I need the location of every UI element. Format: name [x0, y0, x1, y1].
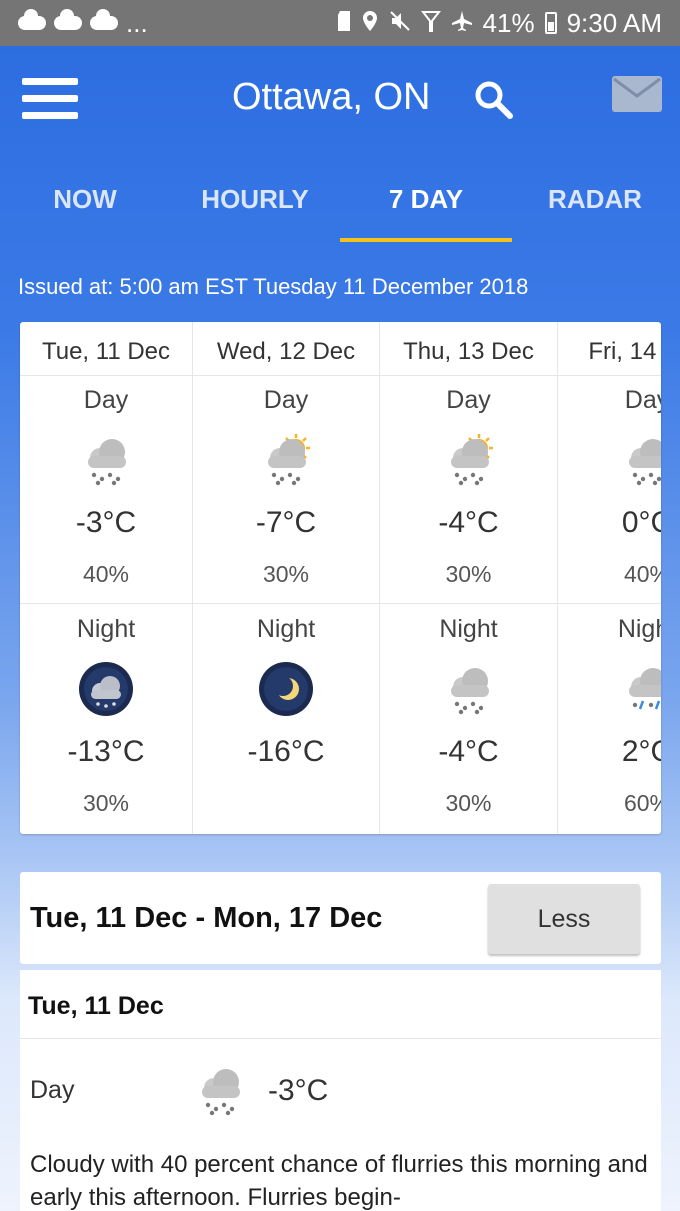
tab-hourly[interactable]: HOURLY — [170, 170, 340, 244]
forecast-grid: Tue, 11 Dec Day -3°C 40% Night -13°C 30%… — [20, 322, 661, 834]
precip-chance: 30% — [82, 790, 130, 816]
forecast-date: Wed, 12 Dec — [193, 322, 379, 376]
detail-date: Tue, 11 Dec — [28, 992, 164, 1020]
divider — [20, 1038, 661, 1039]
period-label: Day — [624, 386, 661, 414]
period-label: Day — [263, 386, 309, 414]
forecast-column-wed[interactable]: Wed, 12 Dec Day -7°C 30% Night -16°C — [193, 322, 380, 834]
precip-chance: 30% — [445, 561, 492, 587]
hamburger-line — [22, 112, 78, 119]
temperature: -3°C — [75, 506, 137, 539]
temperature: 0°C — [621, 506, 661, 539]
forecast-day: Day -3°C 40% — [20, 376, 192, 604]
battery-icon — [544, 12, 557, 34]
cloud-snow-icon — [202, 1069, 240, 1116]
city-title[interactable]: Ottawa, ON — [232, 76, 431, 119]
temperature: 2°C — [621, 735, 661, 768]
search-button[interactable] — [474, 80, 514, 120]
signal-off-icon — [420, 8, 441, 39]
period-label: Day — [446, 386, 491, 414]
menu-button[interactable] — [22, 78, 78, 120]
forecast-column-thu[interactable]: Thu, 13 Dec Day -4°C 30% Night -4°C 30% — [380, 322, 558, 834]
period-label: Night — [256, 615, 316, 643]
temperature: -7°C — [255, 506, 317, 539]
cloud-snow-icon — [450, 668, 489, 715]
forecast-day: Day -7°C 30% — [193, 376, 379, 604]
cloud-snow-icon — [88, 439, 126, 486]
hamburger-line — [22, 95, 78, 102]
cloud-notification-icon — [54, 9, 82, 30]
tab-now[interactable]: NOW — [0, 170, 170, 244]
clock: 9:30 AM — [566, 7, 662, 38]
temperature: -16°C — [247, 735, 325, 768]
forecast-night: Night -4°C 30% — [380, 605, 557, 834]
forecast-night: Night -13°C 30% — [20, 605, 192, 834]
precip-chance: 30% — [262, 561, 310, 587]
tab-bar: NOW HOURLY 7 DAY RADAR — [0, 170, 680, 244]
mute-icon — [389, 8, 411, 39]
night-moon-icon — [259, 662, 313, 716]
forecast-date: Tue, 11 Dec — [20, 322, 192, 376]
period-label: Night — [439, 615, 498, 643]
hamburger-icon — [22, 78, 78, 85]
tab-radar[interactable]: RADAR — [510, 170, 680, 244]
temperature: -13°C — [67, 735, 145, 768]
cloud-rain-snow-icon — [629, 668, 661, 710]
app-bar: Ottawa, ON — [0, 46, 680, 156]
forecast-text: Cloudy with 40 percent chance of flurrie… — [30, 1151, 648, 1211]
forecast-date: Fri, 14 Dec — [558, 322, 661, 376]
cloud-snow-icon — [629, 439, 661, 486]
sun-cloud-snow-icon — [450, 432, 494, 486]
forecast-date: Thu, 13 Dec — [380, 322, 557, 376]
cloud-notification-icon — [90, 9, 118, 30]
mail-button[interactable] — [612, 76, 662, 112]
precip-chance: 40% — [82, 561, 130, 587]
forecast-day: Day 0°C 40% — [558, 376, 661, 604]
system-icons: 41% 9:30 AM — [337, 8, 662, 39]
more-notifications: ... — [126, 7, 148, 38]
precip-chance: 30% — [445, 790, 492, 816]
precip-chance: 60% — [623, 790, 661, 816]
temperature: -4°C — [438, 735, 499, 768]
issued-timestamp: Issued at: 5:00 am EST Tuesday 11 Decemb… — [18, 274, 529, 299]
search-icon — [475, 81, 513, 119]
airplane-mode-icon — [451, 8, 473, 39]
battery-percent: 41% — [482, 7, 535, 38]
location-icon — [361, 8, 379, 39]
temperature: -4°C — [438, 506, 499, 539]
detail-day-card: Tue, 11 Dec Day -3°C Cloudy with 40 perc… — [20, 970, 661, 1211]
precip-chance: 40% — [623, 561, 661, 587]
forecast-night: Night -16°C — [193, 605, 379, 834]
cloud-notification-icon — [18, 9, 46, 30]
forecast-column-tue[interactable]: Tue, 11 Dec Day -3°C 40% Night -13°C 30% — [20, 322, 193, 834]
period-label: Night — [617, 615, 661, 643]
status-bar: ... 41% 9:30 AM — [0, 0, 680, 46]
date-range: Tue, 11 Dec - Mon, 17 Dec — [30, 902, 383, 934]
forecast-column-fri[interactable]: Fri, 14 Dec Day 0°C 40% Night 2°C 60% — [558, 322, 661, 834]
period-label: Night — [76, 615, 136, 643]
less-button[interactable]: Less — [488, 884, 640, 954]
sd-card-icon — [337, 8, 351, 39]
forecast-day: Day -4°C 30% — [380, 376, 557, 604]
detail-temperature: -3°C — [268, 1074, 329, 1107]
detail-period: Day — [30, 1076, 75, 1104]
sun-cloud-snow-icon — [268, 432, 312, 486]
period-label: Day — [83, 386, 129, 414]
tab-7-day[interactable]: 7 DAY — [340, 170, 512, 244]
detail-range-card: Tue, 11 Dec - Mon, 17 Dec Less — [20, 872, 661, 964]
forecast-night: Night 2°C 60% — [558, 605, 661, 834]
night-cloudy-moon-icon — [79, 662, 133, 716]
mail-icon — [612, 76, 662, 112]
notification-icons: ... — [18, 8, 148, 39]
